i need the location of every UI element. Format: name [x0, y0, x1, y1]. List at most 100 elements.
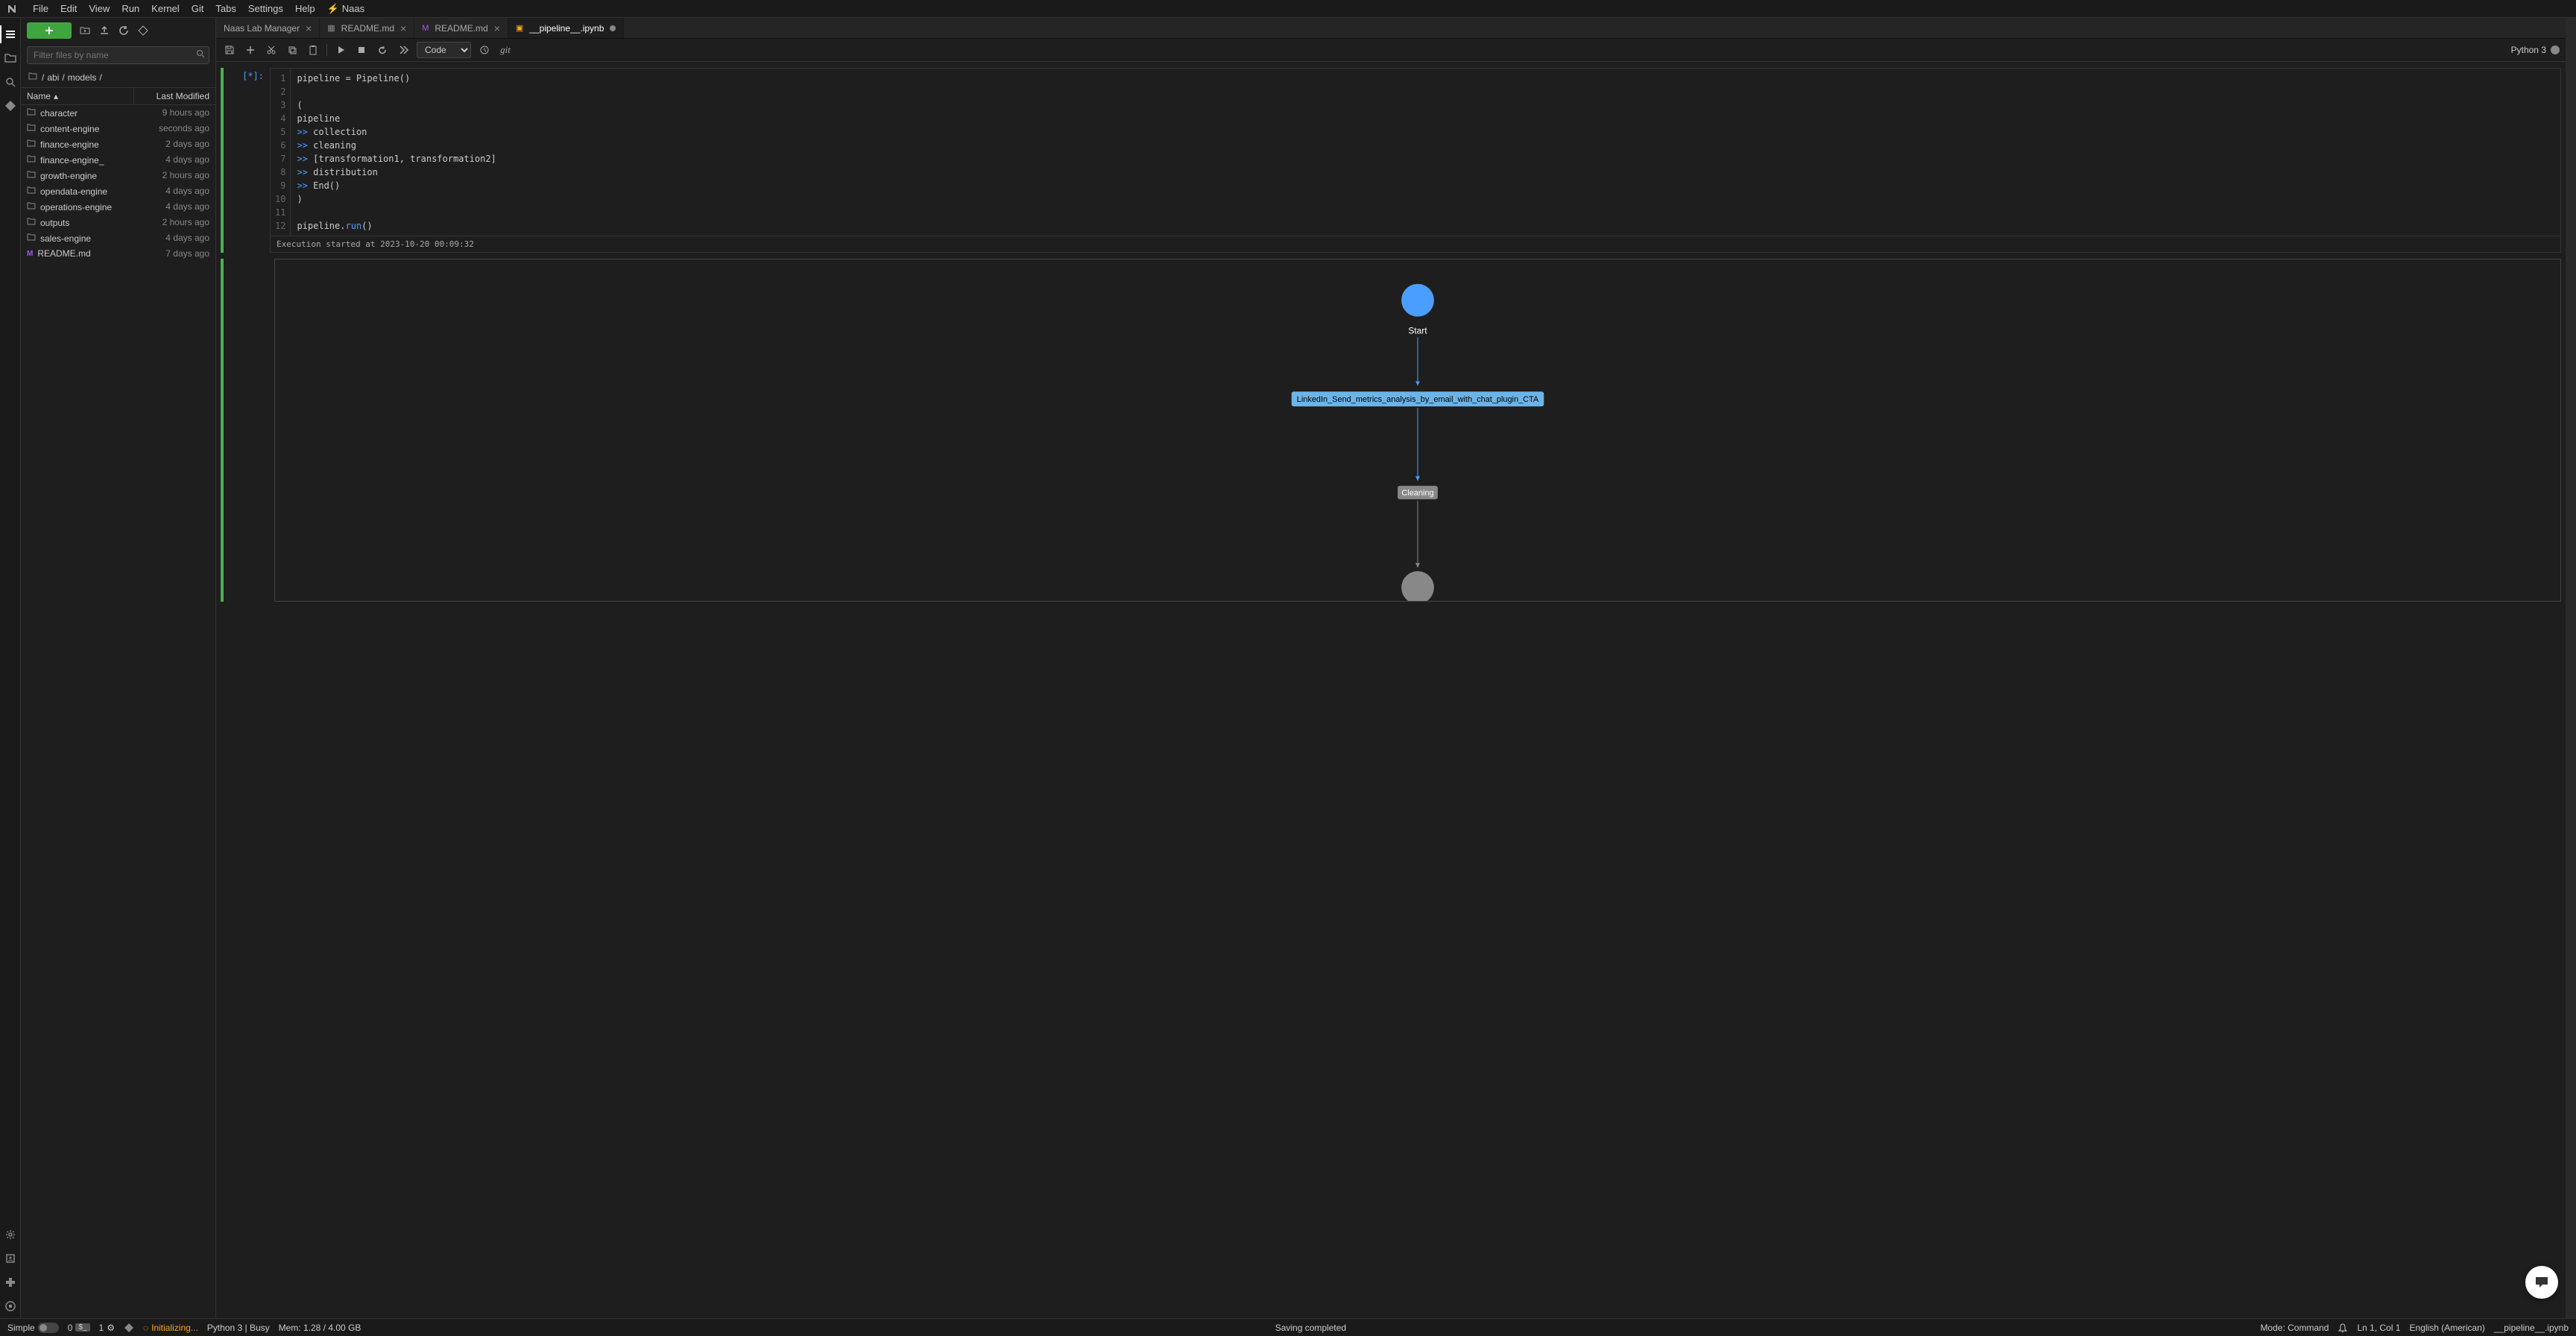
menu-git[interactable]: Git [186, 3, 210, 14]
right-scrollbar[interactable] [2566, 18, 2576, 1318]
cell-prompt: [*]: [225, 68, 270, 253]
pipeline-diagram[interactable]: Start LinkedIn_Send_metrics_analysis_by_… [274, 259, 2561, 602]
bc-models[interactable]: models [68, 72, 97, 83]
breadcrumb[interactable]: / abi / models / [21, 67, 215, 87]
bc-abi[interactable]: abi [47, 72, 59, 83]
status-git-branch[interactable] [124, 1323, 134, 1333]
file-modified: 7 days ago [127, 248, 209, 259]
menubar: File Edit View Run Kernel Git Tabs Setti… [0, 0, 2576, 18]
activity-folder[interactable] [0, 46, 21, 70]
status-bell[interactable] [2337, 1323, 2348, 1333]
add-cell-icon[interactable] [243, 42, 258, 57]
folder-icon [27, 233, 36, 244]
git-icon[interactable] [137, 25, 149, 37]
file-row[interactable]: finance-engine_4 days ago [21, 152, 215, 168]
run-icon[interactable] [333, 42, 348, 57]
file-row[interactable]: MREADME.md7 days ago [21, 246, 215, 261]
notebook-body[interactable]: [*]: 123456789101112 pipeline = Pipeline… [216, 62, 2566, 1318]
file-modified: seconds ago [127, 123, 209, 134]
tab-readme-2[interactable]: M README.md × [414, 18, 508, 38]
file-filter-input[interactable] [27, 46, 209, 64]
save-icon[interactable] [222, 42, 237, 57]
menu-file[interactable]: File [27, 3, 54, 14]
file-row[interactable]: operations-engine4 days ago [21, 199, 215, 215]
status-saving: Saving completed [1275, 1323, 1346, 1333]
folder-icon [27, 139, 36, 150]
file-row[interactable]: growth-engine2 hours ago [21, 168, 215, 183]
file-row[interactable]: character9 hours ago [21, 105, 215, 121]
menu-edit[interactable]: Edit [54, 3, 83, 14]
menu-kernel[interactable]: Kernel [145, 3, 186, 14]
folder-icon [27, 107, 36, 119]
code-editor[interactable]: 123456789101112 pipeline = Pipeline() ( … [270, 68, 2561, 236]
new-launcher-button[interactable] [27, 22, 72, 39]
col-name[interactable]: Name ▴ [21, 88, 133, 104]
status-position[interactable]: Ln 1, Col 1 [2357, 1323, 2400, 1333]
paste-icon[interactable] [306, 42, 321, 57]
status-filename[interactable]: __pipeline__.ipynb [2494, 1323, 2569, 1333]
refresh-icon[interactable] [118, 25, 130, 37]
file-modified: 2 days ago [127, 139, 209, 150]
stop-icon[interactable] [354, 42, 369, 57]
file-list-header: Name ▴ Last Modified [21, 87, 215, 105]
cell-type-select[interactable]: Code [417, 42, 471, 58]
new-folder-icon[interactable] [79, 25, 91, 37]
menu-naas[interactable]: ⚡ Naas [321, 3, 371, 15]
git-button[interactable]: git [498, 42, 513, 57]
cut-icon[interactable] [264, 42, 279, 57]
activity-git[interactable] [0, 94, 21, 118]
activity-settings[interactable] [0, 1223, 21, 1247]
status-kernel[interactable]: Python 3 | Busy [207, 1323, 270, 1333]
dirty-indicator-icon [610, 25, 616, 31]
bolt-icon: ⚡ [327, 3, 339, 15]
menu-settings[interactable]: Settings [242, 3, 289, 14]
chat-button[interactable] [2525, 1266, 2558, 1299]
activity-extensions[interactable] [0, 1270, 21, 1294]
file-row[interactable]: content-engineseconds ago [21, 121, 215, 136]
close-icon[interactable]: × [306, 22, 312, 34]
kernel-busy-icon [2551, 45, 2560, 54]
menu-help[interactable]: Help [289, 3, 321, 14]
close-icon[interactable]: × [400, 22, 406, 34]
menu-tabs[interactable]: Tabs [209, 3, 242, 14]
toggle-icon[interactable] [38, 1323, 59, 1333]
code-cell[interactable]: [*]: 123456789101112 pipeline = Pipeline… [221, 68, 2561, 253]
close-icon[interactable]: × [494, 22, 500, 34]
activity-stop[interactable] [0, 1294, 21, 1318]
restart-icon[interactable] [375, 42, 390, 57]
status-init[interactable]: ◌ Initializing... [143, 1323, 198, 1333]
line-gutter: 123456789101112 [271, 69, 291, 236]
status-memory[interactable]: Mem: 1.28 / 4.00 GB [279, 1323, 362, 1333]
clock-icon[interactable] [477, 42, 492, 57]
folder-icon [27, 217, 36, 228]
status-language[interactable]: English (American) [2410, 1323, 2485, 1333]
upload-icon[interactable] [98, 25, 110, 37]
menu-view[interactable]: View [83, 3, 116, 14]
activity-files[interactable] [0, 22, 21, 46]
notebook-icon: ▣ [516, 23, 523, 33]
file-row[interactable]: opendata-engine4 days ago [21, 183, 215, 199]
file-name: opendata-engine [40, 186, 107, 197]
activity-contacts[interactable] [0, 1247, 21, 1270]
kernel-status[interactable]: Python 3 [2511, 45, 2560, 55]
code-lines[interactable]: pipeline = Pipeline() ( pipeline >> coll… [291, 69, 502, 236]
activity-search[interactable] [0, 70, 21, 94]
file-row[interactable]: sales-engine4 days ago [21, 230, 215, 246]
tab-naas-lab-manager[interactable]: Naas Lab Manager × [216, 18, 320, 38]
file-row[interactable]: finance-engine2 days ago [21, 136, 215, 152]
tab-pipeline[interactable]: ▣ __pipeline__.ipynb [508, 18, 625, 38]
status-terminals[interactable]: 0 $_ [68, 1323, 90, 1333]
status-kernels[interactable]: 1 ⚙ [99, 1323, 115, 1333]
status-mode[interactable]: Mode: Command [2260, 1323, 2329, 1333]
status-simple[interactable]: Simple [7, 1323, 59, 1333]
file-modified: 2 hours ago [127, 217, 209, 228]
tab-label: README.md [341, 23, 394, 34]
run-all-icon[interactable] [396, 42, 411, 57]
col-modified[interactable]: Last Modified [133, 88, 215, 104]
file-row[interactable]: outputs2 hours ago [21, 215, 215, 230]
tab-readme-1[interactable]: ▦ README.md × [320, 18, 414, 38]
menu-run[interactable]: Run [116, 3, 145, 14]
naas-label: Naas [342, 3, 364, 14]
copy-icon[interactable] [285, 42, 300, 57]
bc-root[interactable]: / [42, 72, 44, 83]
